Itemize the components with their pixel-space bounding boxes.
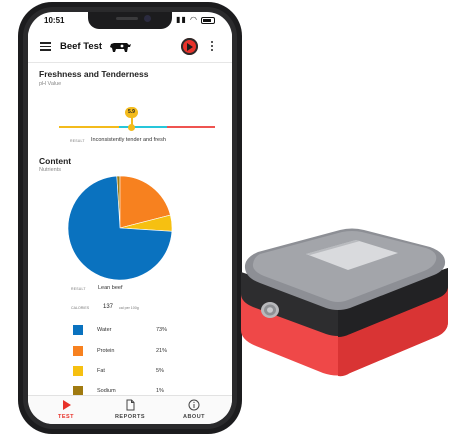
play-icon xyxy=(63,400,71,410)
calories-unit: cal per 100g xyxy=(119,306,139,310)
phone-frame: 10:51 ▮▮ ◠ Beef Test Freshness and Tende… xyxy=(18,2,242,434)
nav-tab-reports[interactable]: REPORTS xyxy=(100,396,160,424)
nutrient-percent: 5% xyxy=(156,368,164,374)
nutrient-percent: 1% xyxy=(156,388,164,394)
nav-label: ABOUT xyxy=(182,414,206,420)
freshness-subtitle: pH Value xyxy=(39,81,62,87)
nutrient-swatch xyxy=(73,346,83,356)
nutrient-label: Protein xyxy=(97,348,115,354)
more-options-icon[interactable] xyxy=(211,41,214,53)
meat-scanner-device xyxy=(241,228,448,377)
nutrient-row: Water 73% xyxy=(28,325,232,337)
calories-value: 137 xyxy=(103,304,114,310)
hamburger-menu-icon[interactable] xyxy=(40,42,51,51)
nutrient-label: Water xyxy=(97,327,112,333)
nutrient-row: Protein 21% xyxy=(28,346,232,358)
nutrient-label: Fat xyxy=(97,368,105,374)
page-title: Beef Test xyxy=(60,41,103,52)
nav-tab-about[interactable]: ABOUT xyxy=(164,396,224,424)
ph-gauge xyxy=(59,126,215,128)
content-result-label: RESULT xyxy=(71,287,86,291)
start-test-button[interactable] xyxy=(181,38,198,55)
app-screen: 10:51 ▮▮ ◠ Beef Test Freshness and Tende… xyxy=(28,12,232,424)
content-result-value: Lean beef xyxy=(98,285,123,291)
nutrient-percent: 21% xyxy=(156,348,168,354)
signal-wifi-icon: ▮▮ ◠ xyxy=(176,15,199,24)
nutrient-swatch xyxy=(73,325,83,335)
nav-label: REPORTS xyxy=(114,414,146,420)
document-icon xyxy=(126,399,135,411)
nutrient-label: Sodium xyxy=(97,388,116,394)
freshness-result-label: RESULT xyxy=(70,139,85,143)
bottom-navigation: TEST REPORTS ABOUT xyxy=(28,395,232,424)
status-time: 10:51 xyxy=(44,16,65,25)
calories-label: CALORIES xyxy=(71,306,90,310)
gauge-thumb xyxy=(128,124,135,131)
gauge-segment-low xyxy=(59,126,119,128)
nav-label: TEST xyxy=(57,414,75,420)
content-title: Content xyxy=(39,156,72,166)
battery-icon xyxy=(201,17,215,24)
nutrient-swatch xyxy=(73,366,83,376)
nutrient-row: Fat 5% xyxy=(28,366,232,378)
nutrient-percent: 73% xyxy=(156,327,168,333)
content-subtitle: Nutrients xyxy=(39,167,62,173)
gauge-segment-high xyxy=(167,126,215,128)
notch xyxy=(88,12,172,29)
nutrients-pie-chart xyxy=(67,175,173,281)
freshness-result-value: Inconsistently tender and fresh xyxy=(91,137,166,143)
speaker-grille xyxy=(116,17,138,20)
nav-tab-test[interactable]: TEST xyxy=(36,396,96,424)
ph-value-badge: 5.9 xyxy=(125,107,138,118)
cow-icon xyxy=(110,43,131,52)
freshness-title: Freshness and Tenderness xyxy=(39,69,149,79)
app-bar: Beef Test xyxy=(28,32,232,63)
gauge-segment-mid xyxy=(119,126,167,128)
front-camera xyxy=(144,15,151,22)
info-icon xyxy=(188,399,200,411)
